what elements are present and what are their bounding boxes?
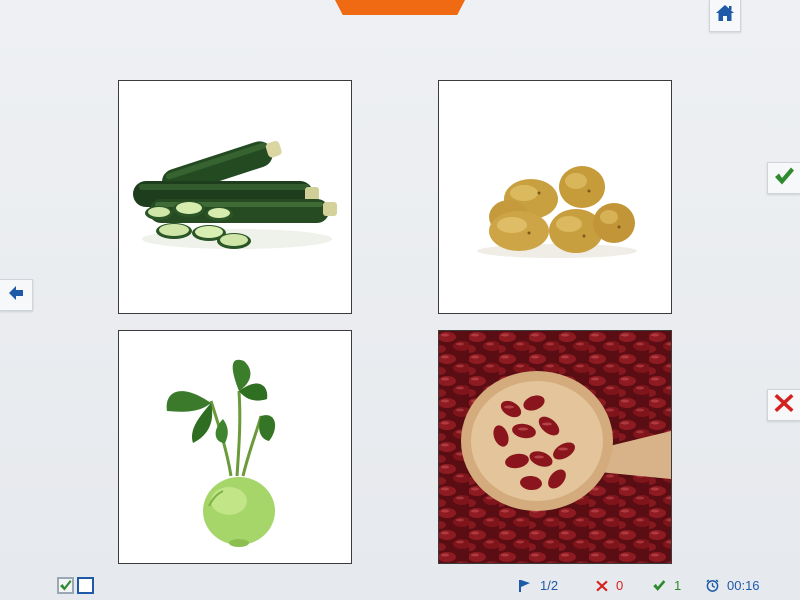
checkmark-icon [773, 166, 795, 191]
empty-checkbox[interactable] [77, 577, 94, 594]
zucchini-image [133, 140, 337, 249]
wrong-count: 0 [616, 578, 624, 593]
kohlrabi-image [166, 359, 276, 547]
image-card-zucchini[interactable] [118, 80, 352, 314]
arrow-left-icon [8, 285, 24, 306]
timer: 00:16 [706, 578, 760, 593]
view-toggle [57, 577, 94, 594]
image-card-potatoes[interactable] [438, 80, 672, 314]
home-icon [715, 4, 735, 27]
checkmark-icon [652, 579, 666, 592]
top-tab[interactable] [335, 0, 465, 15]
timer-value: 00:16 [727, 578, 760, 593]
kidney-beans-image [439, 331, 671, 563]
right-counter: 1 [652, 578, 681, 593]
image-card-kohlrabi[interactable] [118, 330, 352, 564]
reject-button[interactable] [767, 389, 800, 421]
back-button[interactable] [0, 279, 33, 311]
page-count: 1/2 [540, 578, 559, 593]
page-indicator: 1/2 [518, 578, 558, 593]
cross-icon [774, 393, 794, 418]
cross-icon [596, 580, 608, 592]
wrong-counter: 0 [596, 578, 623, 593]
clock-icon [706, 579, 719, 592]
right-count: 1 [674, 578, 682, 593]
checkmark-icon [60, 580, 72, 591]
checked-checkbox[interactable] [57, 577, 74, 594]
flag-icon [518, 579, 532, 593]
potatoes-image [477, 166, 637, 258]
image-card-kidney-beans[interactable] [438, 330, 672, 564]
confirm-button[interactable] [767, 162, 800, 194]
home-button[interactable] [709, 0, 741, 32]
